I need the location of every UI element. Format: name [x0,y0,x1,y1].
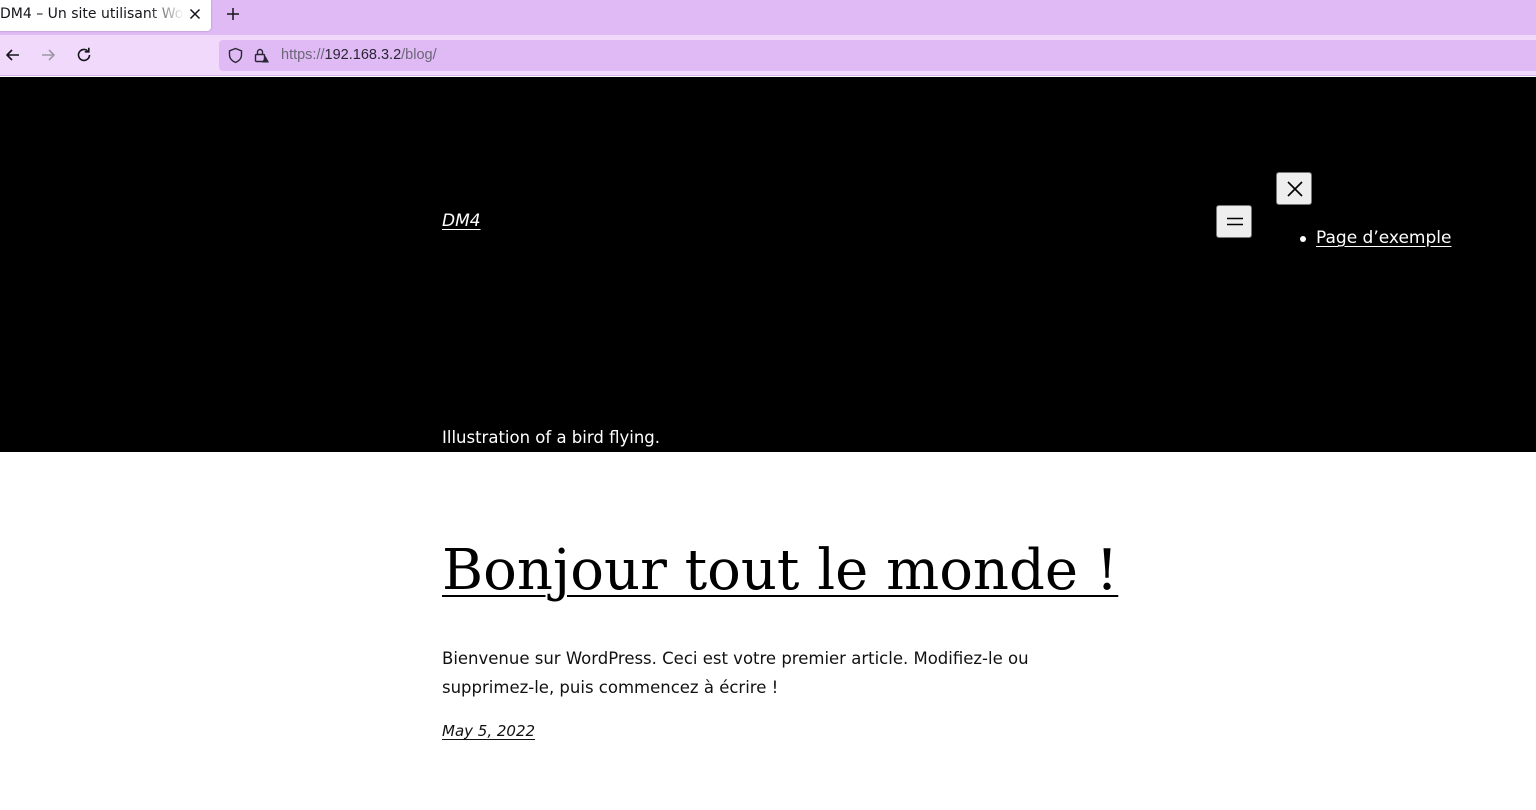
url-host: 192.168.3.2 [324,47,402,63]
active-tab[interactable]: DM4 – Un site utilisant WordPress [0,0,211,31]
lock-warning-icon[interactable] [253,47,270,64]
reload-icon[interactable] [74,45,94,65]
bullet-icon [1300,236,1306,242]
post-excerpt: Bienvenue sur WordPress. Ceci est votre … [442,649,1029,697]
post-date-link[interactable]: May 5, 2022 [442,722,535,740]
hero-image-caption: Illustration of a bird flying. [442,428,660,447]
url-text[interactable]: https://192.168.3.2/blog/ [281,47,437,63]
nav-item-page-d-exemple: Page d’exemple [1298,228,1451,248]
nav-link-page-d-exemple[interactable]: Page d’exemple [1316,228,1451,248]
tab-strip: DM4 – Un site utilisant WordPress [0,0,1536,35]
url-path: /blog/ [401,47,437,63]
site-header-hero: DM4 Page d’exemple Illustration of a bir… [0,77,1536,452]
primary-navigation: Page d’exemple [1298,228,1451,248]
new-tab-icon[interactable] [224,5,242,23]
open-menu-button[interactable] [1216,205,1252,238]
site-title-link[interactable]: DM4 [442,211,481,231]
tab-close-icon[interactable] [186,5,204,23]
tab-title: DM4 – Un site utilisant WordPress [0,6,184,22]
address-bar[interactable]: https://192.168.3.2/blog/ [219,40,1536,71]
forward-arrow-icon[interactable] [38,45,58,65]
post-title-link[interactable]: Bonjour tout le monde ! [442,538,1118,604]
shield-icon[interactable] [227,47,244,64]
url-scheme: https:// [281,47,325,63]
back-arrow-icon[interactable] [3,45,23,65]
close-menu-button[interactable] [1276,172,1312,205]
navigation-toolbar: https://192.168.3.2/blog/ [0,35,1536,76]
